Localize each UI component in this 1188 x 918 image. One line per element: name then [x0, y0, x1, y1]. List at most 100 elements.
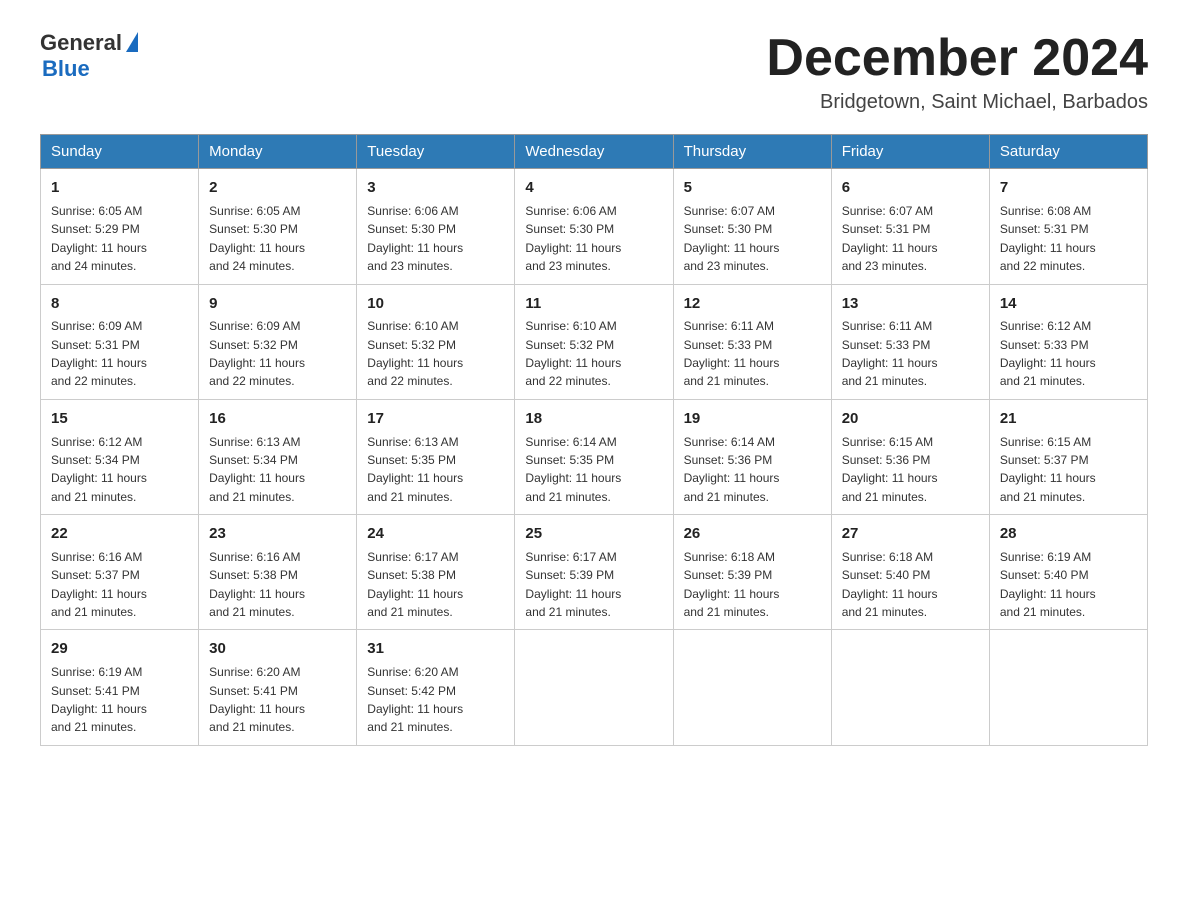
day-info: Sunrise: 6:15 AMSunset: 5:37 PMDaylight:… — [1000, 435, 1096, 504]
calendar-week-row: 15 Sunrise: 6:12 AMSunset: 5:34 PMDayligh… — [41, 399, 1148, 514]
table-row: 16Sunrise: 6:13 AMSunset: 5:34 PMDayligh… — [199, 399, 357, 514]
logo-triangle-icon — [126, 32, 138, 52]
day-info: Sunrise: 6:18 AMSunset: 5:39 PMDaylight:… — [684, 550, 780, 619]
day-info: Sunrise: 6:05 AMSunset: 5:29 PMDaylight:… — [51, 204, 147, 273]
table-row: 3 Sunrise: 6:06 AMSunset: 5:30 PMDaylight… — [357, 169, 515, 284]
col-tuesday: Tuesday — [357, 135, 515, 169]
day-info: Sunrise: 6:14 AMSunset: 5:36 PMDaylight:… — [684, 435, 780, 504]
calendar-week-row: 22Sunrise: 6:16 AMSunset: 5:37 PMDayligh… — [41, 515, 1148, 630]
day-info: Sunrise: 6:06 AMSunset: 5:30 PMDaylight:… — [525, 204, 621, 273]
calendar-week-row: 29Sunrise: 6:19 AMSunset: 5:41 PMDayligh… — [41, 630, 1148, 745]
table-row: 18Sunrise: 6:14 AMSunset: 5:35 PMDayligh… — [515, 399, 673, 514]
table-row — [989, 630, 1147, 745]
table-row: 17Sunrise: 6:13 AMSunset: 5:35 PMDayligh… — [357, 399, 515, 514]
day-info: Sunrise: 6:12 AMSunset: 5:34 PMDaylight:… — [51, 435, 147, 504]
table-row: 13 Sunrise: 6:11 AMSunset: 5:33 PMDayligh… — [831, 284, 989, 399]
table-row: 2 Sunrise: 6:05 AMSunset: 5:30 PMDaylight… — [199, 169, 357, 284]
page-header: General Blue December 2024 Bridgetown, S… — [40, 30, 1148, 114]
table-row: 27Sunrise: 6:18 AMSunset: 5:40 PMDayligh… — [831, 515, 989, 630]
day-number: 5 — [684, 177, 821, 199]
day-info: Sunrise: 6:20 AMSunset: 5:41 PMDaylight:… — [209, 665, 305, 734]
table-row: 25 Sunrise: 6:17 AMSunset: 5:39 PMDayligh… — [515, 515, 673, 630]
day-info: Sunrise: 6:13 AMSunset: 5:34 PMDaylight:… — [209, 435, 305, 504]
day-number: 23 — [209, 523, 346, 545]
day-number: 2 — [209, 177, 346, 199]
day-number: 19 — [684, 408, 821, 430]
col-monday: Monday — [199, 135, 357, 169]
table-row: 8 Sunrise: 6:09 AMSunset: 5:31 PMDaylight… — [41, 284, 199, 399]
table-row: 14Sunrise: 6:12 AMSunset: 5:33 PMDayligh… — [989, 284, 1147, 399]
day-info: Sunrise: 6:09 AMSunset: 5:31 PMDaylight:… — [51, 319, 147, 388]
day-info: Sunrise: 6:07 AMSunset: 5:31 PMDaylight:… — [842, 204, 938, 273]
day-info: Sunrise: 6:09 AMSunset: 5:32 PMDaylight:… — [209, 319, 305, 388]
day-info: Sunrise: 6:20 AMSunset: 5:42 PMDaylight:… — [367, 665, 463, 734]
day-info: Sunrise: 6:15 AMSunset: 5:36 PMDaylight:… — [842, 435, 938, 504]
day-number: 1 — [51, 177, 188, 199]
table-row: 29Sunrise: 6:19 AMSunset: 5:41 PMDayligh… — [41, 630, 199, 745]
table-row: 1 Sunrise: 6:05 AMSunset: 5:29 PMDaylight… — [41, 169, 199, 284]
day-info: Sunrise: 6:07 AMSunset: 5:30 PMDaylight:… — [684, 204, 780, 273]
day-info: Sunrise: 6:11 AMSunset: 5:33 PMDaylight:… — [684, 319, 780, 388]
day-number: 8 — [51, 293, 188, 315]
col-wednesday: Wednesday — [515, 135, 673, 169]
table-row: 31Sunrise: 6:20 AMSunset: 5:42 PMDayligh… — [357, 630, 515, 745]
logo-general-text: General — [40, 30, 122, 56]
day-info: Sunrise: 6:10 AMSunset: 5:32 PMDaylight:… — [525, 319, 621, 388]
day-info: Sunrise: 6:19 AMSunset: 5:40 PMDaylight:… — [1000, 550, 1096, 619]
day-number: 15 — [51, 408, 188, 430]
day-number: 25 — [525, 523, 662, 545]
day-number: 4 — [525, 177, 662, 199]
day-info: Sunrise: 6:19 AMSunset: 5:41 PMDaylight:… — [51, 665, 147, 734]
table-row: 11 Sunrise: 6:10 AMSunset: 5:32 PMDayligh… — [515, 284, 673, 399]
day-number: 13 — [842, 293, 979, 315]
col-friday: Friday — [831, 135, 989, 169]
table-row: 30Sunrise: 6:20 AMSunset: 5:41 PMDayligh… — [199, 630, 357, 745]
table-row: 22Sunrise: 6:16 AMSunset: 5:37 PMDayligh… — [41, 515, 199, 630]
table-row — [673, 630, 831, 745]
day-number: 21 — [1000, 408, 1137, 430]
calendar-header-row: Sunday Monday Tuesday Wednesday Thursday… — [41, 135, 1148, 169]
calendar-week-row: 8 Sunrise: 6:09 AMSunset: 5:31 PMDaylight… — [41, 284, 1148, 399]
month-year-title: December 2024 — [766, 30, 1148, 87]
location-subtitle: Bridgetown, Saint Michael, Barbados — [766, 91, 1148, 114]
day-number: 11 — [525, 293, 662, 315]
day-info: Sunrise: 6:08 AMSunset: 5:31 PMDaylight:… — [1000, 204, 1096, 273]
table-row: 9 Sunrise: 6:09 AMSunset: 5:32 PMDaylight… — [199, 284, 357, 399]
col-saturday: Saturday — [989, 135, 1147, 169]
table-row — [515, 630, 673, 745]
day-number: 26 — [684, 523, 821, 545]
day-info: Sunrise: 6:11 AMSunset: 5:33 PMDaylight:… — [842, 319, 938, 388]
title-section: December 2024 Bridgetown, Saint Michael,… — [766, 30, 1148, 114]
day-number: 3 — [367, 177, 504, 199]
day-info: Sunrise: 6:13 AMSunset: 5:35 PMDaylight:… — [367, 435, 463, 504]
table-row: 24Sunrise: 6:17 AMSunset: 5:38 PMDayligh… — [357, 515, 515, 630]
table-row: 12Sunrise: 6:11 AMSunset: 5:33 PMDayligh… — [673, 284, 831, 399]
day-number: 9 — [209, 293, 346, 315]
table-row: 4 Sunrise: 6:06 AMSunset: 5:30 PMDaylight… — [515, 169, 673, 284]
day-number: 18 — [525, 408, 662, 430]
table-row: 10 Sunrise: 6:10 AMSunset: 5:32 PMDayligh… — [357, 284, 515, 399]
table-row: 7Sunrise: 6:08 AMSunset: 5:31 PMDaylight… — [989, 169, 1147, 284]
day-info: Sunrise: 6:05 AMSunset: 5:30 PMDaylight:… — [209, 204, 305, 273]
table-row: 26 Sunrise: 6:18 AMSunset: 5:39 PMDayligh… — [673, 515, 831, 630]
table-row — [831, 630, 989, 745]
col-thursday: Thursday — [673, 135, 831, 169]
day-number: 20 — [842, 408, 979, 430]
day-info: Sunrise: 6:10 AMSunset: 5:32 PMDaylight:… — [367, 319, 463, 388]
day-info: Sunrise: 6:16 AMSunset: 5:38 PMDaylight:… — [209, 550, 305, 619]
day-info: Sunrise: 6:06 AMSunset: 5:30 PMDaylight:… — [367, 204, 463, 273]
day-number: 6 — [842, 177, 979, 199]
day-info: Sunrise: 6:16 AMSunset: 5:37 PMDaylight:… — [51, 550, 147, 619]
day-info: Sunrise: 6:17 AMSunset: 5:39 PMDaylight:… — [525, 550, 621, 619]
day-number: 10 — [367, 293, 504, 315]
table-row: 6 Sunrise: 6:07 AMSunset: 5:31 PMDaylight… — [831, 169, 989, 284]
table-row: 21 Sunrise: 6:15 AMSunset: 5:37 PMDayligh… — [989, 399, 1147, 514]
logo-blue-text: Blue — [40, 56, 90, 81]
day-number: 24 — [367, 523, 504, 545]
table-row: 5 Sunrise: 6:07 AMSunset: 5:30 PMDaylight… — [673, 169, 831, 284]
table-row: 28Sunrise: 6:19 AMSunset: 5:40 PMDayligh… — [989, 515, 1147, 630]
day-info: Sunrise: 6:18 AMSunset: 5:40 PMDaylight:… — [842, 550, 938, 619]
logo: General Blue — [40, 30, 138, 82]
day-number: 14 — [1000, 293, 1137, 315]
calendar-week-row: 1 Sunrise: 6:05 AMSunset: 5:29 PMDaylight… — [41, 169, 1148, 284]
